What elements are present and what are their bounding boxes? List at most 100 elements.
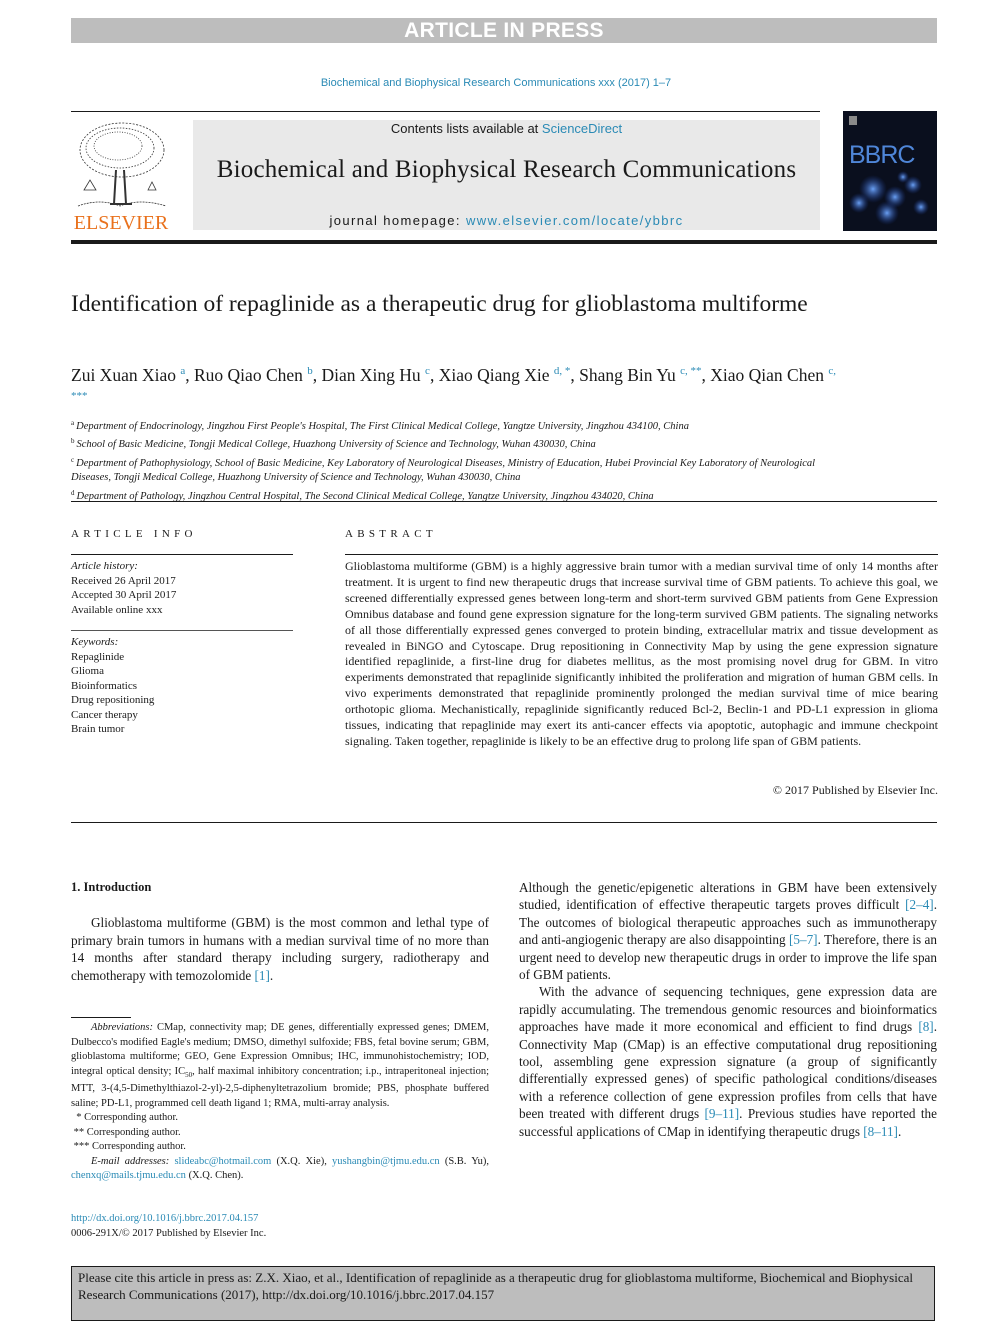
contents-prefix: Contents lists available at [390, 121, 542, 136]
author-separator: , [701, 365, 711, 385]
reference-link[interactable]: [9–11] [704, 1106, 739, 1121]
abstract-copyright: © 2017 Published by Elsevier Inc. [772, 783, 938, 797]
affiliation-marker: c [71, 455, 75, 464]
affiliation-marker: a [71, 419, 75, 427]
footnote-mark: * [76, 1112, 82, 1124]
affiliation: a Department of Endocrinology, Jingzhou F… [71, 416, 851, 434]
paragraph-text: Glioblastoma multiforme (GBM) is the mos… [71, 915, 489, 983]
cover-bokeh-graphic [849, 116, 929, 225]
reference-link[interactable]: [5–7] [789, 932, 818, 947]
author-affiliation-marker[interactable]: d, * [554, 365, 571, 377]
author-name[interactable]: Zui Xuan Xiao [71, 365, 180, 385]
contents-line: Contents lists available at ScienceDirec… [193, 121, 820, 136]
author-affiliation-marker[interactable]: c, ** [680, 365, 701, 377]
elsevier-logo[interactable]: ELSEVIER [70, 120, 172, 234]
affiliation: b School of Basic Medicine, Tongji Medica… [71, 434, 851, 452]
section-heading-introduction: 1. Introduction [71, 880, 152, 894]
author-separator: , [312, 365, 322, 385]
abbreviations-footnote: Abbreviations: CMap, connectivity map; D… [71, 1021, 489, 1111]
corresponding-author-note: * Corresponding author. [71, 1111, 489, 1126]
elsevier-wordmark: ELSEVIER [73, 212, 169, 234]
paragraph: With the advance of sequencing technique… [519, 983, 937, 1140]
doi-block: http://dx.doi.org/10.1016/j.bbrc.2017.04… [71, 1211, 489, 1241]
cover-title: BBRC [849, 141, 915, 169]
header-rule-top [71, 111, 820, 112]
history-label: Article history: [71, 560, 138, 572]
issn-line: 0006-291X/© 2017 Published by Elsevier I… [71, 1228, 267, 1239]
history-received: Received 26 April 2017 [71, 574, 176, 587]
keyword: Drug repositioning [71, 694, 155, 706]
author-name[interactable]: Xiao Qian Chen [710, 365, 828, 385]
footnote-text: Corresponding author. [92, 1141, 186, 1153]
article-history: Article history: Received 26 April 2017 … [71, 559, 293, 617]
history-online: Available online xxx [71, 603, 163, 616]
email-label: E-mail addresses: [91, 1155, 170, 1167]
affiliation: c Department of Pathophysiology, School o… [71, 453, 851, 486]
author-separator: , [429, 365, 439, 385]
journal-homepage-line: journal homepage: www.elsevier.com/locat… [193, 213, 820, 228]
journal-homepage-link[interactable]: www.elsevier.com/locate/ybbrc [466, 213, 684, 228]
abstract-text: Glioblastoma multiforme (GBM) is a highl… [345, 559, 938, 748]
divider [71, 554, 293, 555]
email-link[interactable]: yushangbin@tjmu.edu.cn [332, 1156, 440, 1167]
history-accepted: Accepted 30 April 2017 [71, 589, 177, 601]
footnote-text: Corresponding author. [84, 1112, 179, 1124]
affiliation-text: Department of Endocrinology, Jingzhou Fi… [76, 421, 689, 432]
author-name[interactable]: Ruo Qiao Chen [194, 365, 307, 385]
affiliation-list: a Department of Endocrinology, Jingzhou F… [71, 416, 851, 504]
elsevier-tree-icon [70, 120, 172, 212]
affiliation-text: Department of Pathophysiology, School of… [71, 457, 816, 484]
affiliation-marker: b [71, 437, 75, 446]
article-in-press-banner: ARTICLE IN PRESS [71, 18, 937, 43]
intro-paragraph: Glioblastoma multiforme (GBM) is the mos… [71, 914, 489, 984]
author-separator: , [185, 365, 194, 385]
keyword: Brain tumor [71, 723, 125, 735]
divider [71, 822, 937, 823]
paragraph-text: With the advance of sequencing technique… [519, 984, 937, 1035]
email-link[interactable]: slideabc@hotmail.com [174, 1156, 271, 1167]
corresponding-author-note: ** Corresponding author. [71, 1126, 489, 1141]
homepage-prefix: journal homepage: [329, 213, 466, 228]
paragraph: Although the genetic/epigenetic alterati… [519, 879, 937, 983]
reference-link[interactable]: [8–11] [863, 1124, 898, 1139]
citation-box: Please cite this article in press as: Z.… [71, 1266, 935, 1321]
footnote-mark: ** [73, 1126, 85, 1138]
paragraph-text: Although the genetic/epigenetic alterati… [519, 880, 937, 913]
journal-header-box: Contents lists available at ScienceDirec… [193, 120, 820, 230]
header-rule-bottom [71, 240, 937, 244]
doi-link[interactable]: http://dx.doi.org/10.1016/j.bbrc.2017.04… [71, 1211, 489, 1226]
email-owner: (S.B. Yu), [439, 1155, 489, 1167]
email-link[interactable]: chenxq@mails.tjmu.edu.cn [71, 1170, 186, 1181]
affiliation-text: School of Basic Medicine, Tongji Medical… [76, 439, 596, 451]
corresponding-author-note: *** Corresponding author. [71, 1140, 489, 1155]
footnote-rule [71, 1017, 131, 1018]
footnote-mark: *** [73, 1141, 90, 1153]
email-owner: (X.Q. Chen). [185, 1170, 244, 1182]
keywords: Keywords: Repaglinide Glioma Bioinformat… [71, 635, 293, 737]
journal-reference-link[interactable]: Biochemical and Biophysical Research Com… [0, 77, 992, 89]
author-separator: , [570, 365, 580, 385]
divider [71, 630, 293, 631]
reference-link[interactable]: [8] [918, 1019, 933, 1034]
journal-title: Biochemical and Biophysical Research Com… [216, 156, 797, 183]
affiliation-marker: d [71, 488, 75, 497]
keyword: Glioma [71, 665, 104, 677]
sciencedirect-link[interactable]: ScienceDirect [542, 121, 622, 136]
reference-link[interactable]: [2–4] [905, 897, 934, 912]
footnotes: Abbreviations: CMap, connectivity map; D… [71, 1021, 489, 1184]
reference-link[interactable]: [1] [254, 968, 269, 983]
author-name[interactable]: Xiao Qiang Xie [439, 365, 554, 385]
paragraph-end: . [269, 967, 274, 983]
journal-cover-image[interactable]: BBRC [843, 111, 937, 231]
abbreviations-label: Abbreviations: [91, 1022, 154, 1033]
keywords-label: Keywords: [71, 636, 119, 648]
author-name[interactable]: Dian Xing Hu [322, 365, 426, 385]
affiliation-text: Department of Pathology, Jingzhou Centra… [76, 490, 654, 502]
email-addresses: E-mail addresses: slideabc@hotmail.com (… [71, 1155, 489, 1184]
keyword: Cancer therapy [71, 708, 138, 721]
keyword: Bioinformatics [71, 679, 137, 692]
right-column: Although the genetic/epigenetic alterati… [519, 879, 937, 1140]
author-list: Zui Xuan Xiao a, Ruo Qiao Chen b, Dian X… [71, 361, 851, 411]
divider [345, 554, 938, 555]
author-name[interactable]: Shang Bin Yu [579, 365, 680, 385]
